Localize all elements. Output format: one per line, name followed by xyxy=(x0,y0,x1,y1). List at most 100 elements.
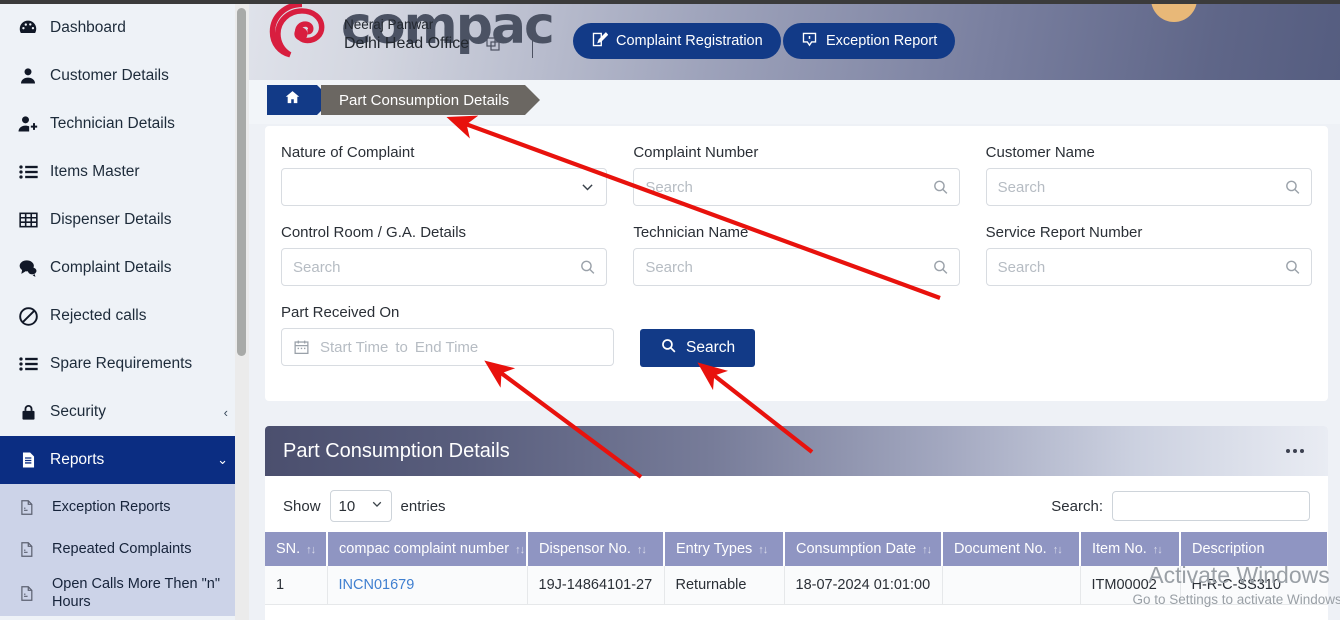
end-time-value[interactable]: End Time xyxy=(415,339,478,356)
start-time-value[interactable]: Start Time xyxy=(320,339,388,356)
column-label: Document No. xyxy=(954,541,1047,557)
lock-icon xyxy=(12,402,44,423)
search-icon[interactable] xyxy=(1284,259,1301,276)
sort-icon: ↑↓ xyxy=(1052,544,1063,556)
search-icon[interactable] xyxy=(932,259,949,276)
edit-square-icon xyxy=(591,31,609,52)
column-header-dispensor-no[interactable]: Dispensor No. ↑↓ xyxy=(527,532,665,566)
chevron-down-icon: ⌄ xyxy=(217,452,228,467)
sidebar-item-label: Rejected calls xyxy=(50,307,147,324)
part-consumption-table: SN. ↑↓ compac complaint number ↑↓ Dispenso… xyxy=(265,532,1328,605)
compac-swirl-icon xyxy=(267,4,337,75)
sidebar-navigation: Dashboard Customer Details Technician De… xyxy=(0,4,242,620)
exception-report-label: Exception Report xyxy=(826,33,938,49)
search-icon[interactable] xyxy=(579,259,596,276)
submenu-item-exception-reports[interactable]: Exception Reports xyxy=(0,486,242,528)
avatar[interactable] xyxy=(1151,4,1197,22)
user-name: Neeraj Panwar xyxy=(344,17,434,32)
technician-name-field[interactable] xyxy=(633,248,960,286)
complaint-number-field[interactable] xyxy=(633,168,960,206)
cell-document-no xyxy=(942,566,1081,605)
column-label: Consumption Date xyxy=(796,541,917,557)
user-info: Neeraj Panwar Delhi Head Office xyxy=(344,16,501,55)
sidebar-item-technician-details[interactable]: Technician Details xyxy=(0,100,242,148)
nature-of-complaint-value[interactable] xyxy=(282,169,607,205)
sidebar-item-label: Spare Requirements xyxy=(50,355,193,372)
sidebar-item-customer-details[interactable]: Customer Details xyxy=(0,52,242,100)
sidebar-scrollbar-thumb[interactable] xyxy=(237,8,246,356)
part-received-on-daterange[interactable]: Start Time to End Time xyxy=(281,328,614,366)
cell-sn: 1 xyxy=(265,566,328,605)
control-room-field[interactable] xyxy=(281,248,608,286)
nature-of-complaint-select[interactable] xyxy=(281,168,608,206)
chevron-down-icon xyxy=(370,497,384,515)
copy-icon[interactable] xyxy=(485,36,501,52)
calendar-icon xyxy=(293,339,310,356)
sidebar-item-security[interactable]: Security ‹ xyxy=(0,388,242,436)
sidebar-item-reports[interactable]: Reports ⌄ xyxy=(0,436,242,484)
search-icon xyxy=(660,337,677,359)
cell-item-no: ITM00002 xyxy=(1080,566,1181,605)
customer-name-input[interactable] xyxy=(986,169,1311,205)
filter-row-3: Part Received On Start Time to End Time xyxy=(281,304,1312,367)
sort-icon: ↑↓ xyxy=(758,544,768,556)
filter-technician-name: Technician Name xyxy=(633,224,960,286)
table-search-label: Search: xyxy=(1051,497,1103,515)
ban-icon xyxy=(12,306,44,327)
document-icon xyxy=(12,449,44,471)
chat-bubbles-icon xyxy=(12,258,44,278)
search-action-cell: Search xyxy=(640,304,973,367)
sidebar-item-complaint-details[interactable]: Complaint Details xyxy=(0,244,242,292)
service-report-number-input[interactable] xyxy=(986,249,1311,285)
cell-dispensor-no: 19J-14864101-27 xyxy=(527,566,665,605)
list-icon xyxy=(12,162,44,182)
control-room-input[interactable] xyxy=(282,249,607,285)
column-label: compac complaint number xyxy=(339,541,510,557)
filter-customer-name: Customer Name xyxy=(985,144,1312,206)
sidebar-item-dispenser-details[interactable]: Dispenser Details xyxy=(0,196,242,244)
breadcrumb: Part Consumption Details xyxy=(249,80,1340,124)
field-label: Customer Name xyxy=(985,144,1095,161)
customer-name-field[interactable] xyxy=(985,168,1312,206)
field-label: Technician Name xyxy=(633,224,749,241)
cell-consumption-date: 18-07-2024 01:01:00 xyxy=(784,566,943,605)
table-toolbar: Show 10 entries Search: xyxy=(265,476,1328,532)
dashboard-icon xyxy=(12,17,44,39)
search-button[interactable]: Search xyxy=(640,329,756,367)
complaint-number-input[interactable] xyxy=(634,169,959,205)
submenu-item-repeated-complaints[interactable]: Repeated Complaints xyxy=(0,528,242,570)
column-header-item-no[interactable]: Item No. ↑↓ xyxy=(1080,532,1181,566)
app-header: compac Neeraj Panwar Delhi Head Office C… xyxy=(249,4,1340,80)
sidebar-item-rejected-calls[interactable]: Rejected calls xyxy=(0,292,242,340)
column-header-complaint-number[interactable]: compac complaint number ↑↓ xyxy=(327,532,528,566)
technician-name-input[interactable] xyxy=(634,249,959,285)
column-header-document-no[interactable]: Document No. ↑↓ xyxy=(942,532,1081,566)
ellipsis-icon[interactable] xyxy=(1280,443,1310,459)
sidebar-item-label: Security xyxy=(50,403,106,420)
sidebar-item-dashboard[interactable]: Dashboard xyxy=(0,4,242,52)
entries-label: entries xyxy=(400,497,446,515)
service-report-number-field[interactable] xyxy=(985,248,1312,286)
breadcrumb-current: Part Consumption Details xyxy=(321,85,541,115)
table-search-input[interactable] xyxy=(1112,491,1310,521)
submenu-item-open-calls[interactable]: Open Calls More Then "n" Hours xyxy=(0,570,242,616)
sidebar-item-spare-requirements[interactable]: Spare Requirements xyxy=(0,340,242,388)
column-header-consumption-date[interactable]: Consumption Date ↑↓ xyxy=(784,532,943,566)
exception-report-button[interactable]: Exception Report xyxy=(783,23,956,59)
column-header-entry-types[interactable]: Entry Types ↑↓ xyxy=(664,532,785,566)
filter-card: Nature of Complaint Complaint Number Sea… xyxy=(265,126,1328,401)
complaint-registration-button[interactable]: Complaint Registration xyxy=(573,23,781,59)
column-header-description[interactable]: Description xyxy=(1180,532,1328,566)
complaint-number-link[interactable]: INCN01679 xyxy=(339,577,415,593)
search-icon[interactable] xyxy=(932,179,949,196)
column-label: SN. xyxy=(276,541,301,557)
filter-control-room: Control Room / G.A. Details xyxy=(281,224,608,286)
submenu-item-label: Repeated Complaints xyxy=(52,540,192,557)
column-header-sn[interactable]: SN. ↑↓ xyxy=(265,532,328,566)
breadcrumb-home[interactable] xyxy=(267,85,332,115)
search-icon[interactable] xyxy=(1284,179,1301,196)
sidebar-item-items-master[interactable]: Items Master xyxy=(0,148,242,196)
complaint-registration-label: Complaint Registration xyxy=(616,33,763,49)
entries-per-page-select[interactable]: 10 xyxy=(329,490,392,522)
pdf-file-icon xyxy=(18,498,44,517)
